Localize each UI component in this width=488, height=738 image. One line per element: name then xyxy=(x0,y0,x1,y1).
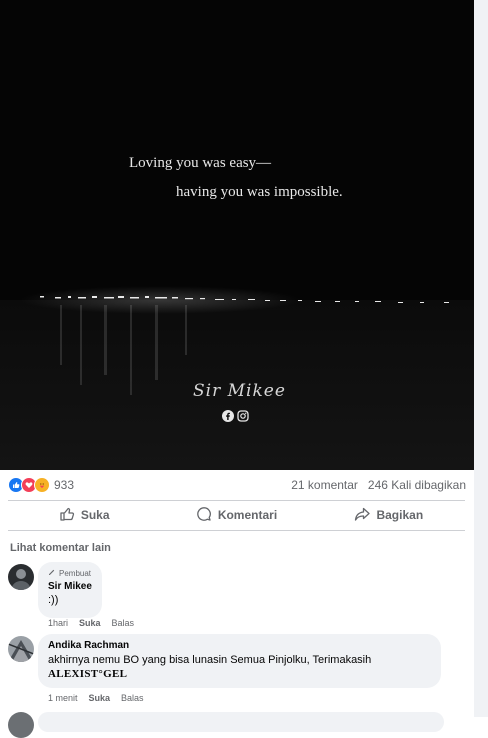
share-button-label: Bagikan xyxy=(376,508,424,522)
quote-line-1: Loving you was easy— xyxy=(129,155,272,171)
like-button[interactable]: Suka xyxy=(8,503,160,527)
like-button-label: Suka xyxy=(80,508,110,522)
comment-author[interactable]: Andika Rachman xyxy=(48,640,431,651)
comment-button[interactable]: Komentari xyxy=(160,503,312,527)
social-icons xyxy=(222,410,249,422)
comment-text: :)) xyxy=(48,594,59,606)
quote-line-2: having you was impossible. xyxy=(176,184,343,200)
divider xyxy=(8,500,465,501)
pencil-icon xyxy=(48,568,56,578)
comment-mention[interactable]: ALEXIST°GEL xyxy=(48,668,431,680)
post-actions: Suka Komentari Bagikan xyxy=(8,503,465,527)
comment-meta: 1 menit Suka Balas xyxy=(48,693,144,703)
avatar[interactable] xyxy=(8,712,34,738)
comment-time[interactable]: 1hari xyxy=(48,618,68,628)
signature: Sir Mikee xyxy=(193,381,286,401)
reaction-count[interactable]: 933 xyxy=(54,478,74,492)
author-badge: Pembuat xyxy=(48,568,92,578)
comment-like-link[interactable]: Suka xyxy=(79,618,101,628)
thumbs-up-icon xyxy=(59,506,75,525)
facebook-icon xyxy=(222,410,234,422)
page-scrollbar[interactable] xyxy=(474,0,488,717)
comment-bubble: Andika Rachman akhirnya nemu BO yang bis… xyxy=(38,634,441,688)
comment-meta: 1hari Suka Balas xyxy=(48,618,134,628)
comment-author[interactable]: Sir Mikee xyxy=(48,581,92,592)
divider xyxy=(8,530,465,531)
comment-time[interactable]: 1 menit xyxy=(48,693,78,703)
comment-icon xyxy=(196,506,212,525)
comment-count[interactable]: 21 komentar xyxy=(291,478,358,492)
comment-reply-link[interactable]: Balas xyxy=(112,618,135,628)
comment-reply-link[interactable]: Balas xyxy=(121,693,144,703)
reaction-icons[interactable] xyxy=(8,477,50,493)
author-badge-label: Pembuat xyxy=(59,568,92,578)
comment-bubble: Pembuat Sir Mikee :)) xyxy=(38,562,102,618)
view-more-comments-link[interactable]: Lihat komentar lain xyxy=(10,542,111,554)
avatar[interactable] xyxy=(8,636,34,662)
care-icon xyxy=(34,477,50,493)
comment-bubble xyxy=(38,712,444,732)
share-button[interactable]: Bagikan xyxy=(313,503,465,527)
post-image[interactable]: Loving you was easy— having you was impo… xyxy=(0,0,474,470)
comment-text: akhirnya nemu BO yang bisa lunasin Semua… xyxy=(48,654,372,666)
instagram-icon xyxy=(237,410,249,422)
share-count[interactable]: 246 Kali dibagikan xyxy=(368,478,466,492)
comment-button-label: Komentari xyxy=(217,508,278,522)
comment-like-link[interactable]: Suka xyxy=(89,693,111,703)
avatar[interactable] xyxy=(8,564,34,590)
reaction-summary: 933 21 komentar 246 Kali dibagikan xyxy=(8,476,466,494)
share-icon xyxy=(354,506,371,525)
